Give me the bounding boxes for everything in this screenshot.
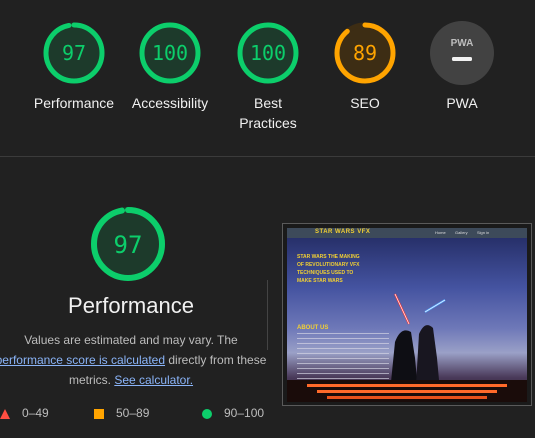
thumb-hero-image: STAR WARS THE MAKING OF REVOLUTIONARY VF… (287, 238, 527, 402)
gauge-score: 100 (152, 41, 188, 65)
gauge-label: PWA (446, 95, 478, 111)
gauge-ring: 89 (334, 22, 396, 84)
performance-title: Performance (68, 293, 194, 318)
pwa-badge-icon: PWA (430, 21, 494, 85)
gauge-score: 97 (62, 41, 86, 65)
thumb-nav-link: Home (435, 230, 446, 235)
legend-pass: 90–100 (202, 406, 264, 420)
thumb-navbar: STAR WARS VFX Home Gallery Sign in (287, 228, 527, 238)
vertical-separator (267, 280, 268, 350)
performance-description: Values are estimated and may vary. The p… (0, 330, 272, 390)
thumb-heading: STAR WARS THE MAKING OF REVOLUTIONARY VF… (297, 254, 360, 284)
gauge-ring: 100 (139, 22, 201, 84)
gauge-label: Accessibility (131, 95, 209, 111)
desc-text: directly from these (165, 353, 267, 367)
gauge-accessibility[interactable]: 100 Accessibility (120, 21, 220, 113)
circle-icon (202, 408, 212, 419)
thumb-paragraph-lines (297, 333, 389, 381)
gauge-performance[interactable]: 97 Performance (24, 21, 124, 113)
thumb-nav-link: Gallery (455, 230, 468, 235)
main-score: 97 (114, 231, 143, 259)
see-calculator-link[interactable]: See calculator. (114, 373, 193, 387)
desc-text: metrics. (68, 373, 115, 387)
performance-score-gauge: 97 (68, 206, 188, 282)
gauge-label-line2: Practices (239, 115, 297, 131)
thumb-nav-link: Sign in (477, 230, 490, 235)
thumb-brand: STAR WARS VFX (315, 229, 371, 235)
triangle-icon (0, 408, 10, 419)
gauge-ring: 97 (91, 207, 165, 281)
category-gauges: 97 Performance 100 Accessibility 100 Bes… (0, 0, 535, 157)
gauge-label: Performance (33, 95, 115, 111)
pwa-badge-text: PWA (451, 38, 474, 49)
gauge-seo[interactable]: 89 SEO (315, 21, 415, 113)
gauge-ring: 100 (237, 22, 299, 84)
page-screenshot-thumbnail[interactable]: STAR WARS VFX Home Gallery Sign in STAR … (282, 223, 532, 406)
score-calculated-link[interactable]: performance score is calculated (0, 353, 165, 367)
thumb-about-heading: ABOUT US (297, 325, 329, 331)
desc-text: Values are estimated and may vary. The (24, 333, 238, 347)
legend-average: 50–89 (94, 406, 149, 420)
gauge-score: 100 (250, 41, 286, 65)
gauge-pwa[interactable]: PWA PWA (412, 21, 512, 113)
square-icon (94, 408, 104, 419)
gauge-score: 89 (353, 41, 377, 65)
legend-range: 90–100 (224, 406, 265, 420)
legend-range: 0–49 (22, 406, 49, 420)
legend-fail: 0–49 (0, 406, 49, 420)
legend-range: 50–89 (116, 406, 150, 420)
gauge-ring: 97 (43, 22, 105, 84)
gauge-best-practices[interactable]: 100 Best Practices (218, 21, 318, 133)
gauge-label-line1: Best (253, 95, 282, 111)
gauge-label: SEO (350, 95, 380, 111)
section-divider (0, 156, 535, 157)
